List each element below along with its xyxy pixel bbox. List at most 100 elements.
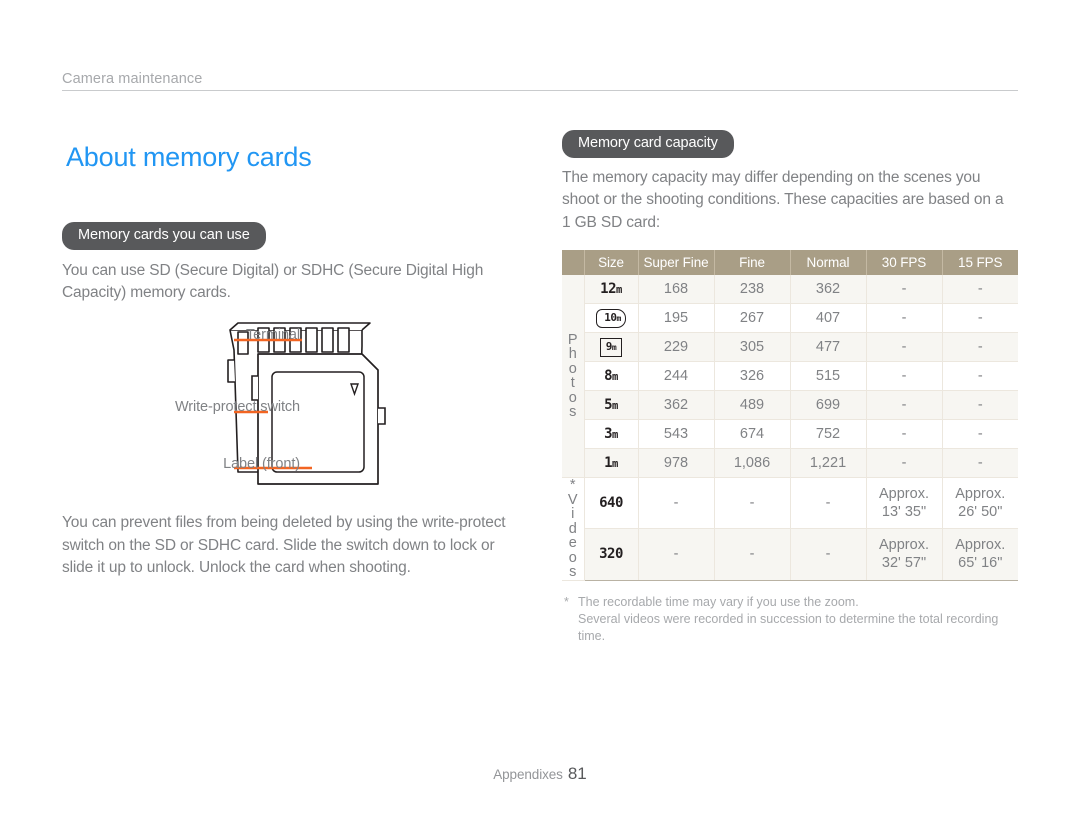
- footnote-line-1: * The recordable time may vary if you us…: [564, 594, 1014, 611]
- memory-cards-section: Memory cards you can use: [62, 222, 532, 250]
- table-cell: -: [866, 448, 943, 478]
- group-label-photos-char: s: [569, 404, 577, 420]
- table-row: 1m 978 1,086 1,221 - -: [562, 448, 1018, 478]
- table-header-30fps: 30 FPS: [866, 250, 943, 275]
- group-label-videos-char: i: [571, 506, 575, 522]
- table-cell: -: [638, 477, 715, 530]
- table-cell: 1,221: [790, 448, 867, 478]
- write-protect-explanation-text: You can prevent files from being deleted…: [62, 514, 506, 576]
- table-cell: 543: [638, 419, 715, 449]
- table-header-row: Size Super Fine Fine Normal 30 FPS 15 FP…: [562, 250, 1018, 275]
- left-column: About memory cards Memory cards you can …: [62, 128, 532, 595]
- table-cell: 699: [790, 390, 867, 420]
- table-cell: -: [638, 528, 715, 581]
- footnote-text-1: The recordable time may vary if you use …: [578, 594, 859, 609]
- approx-value: Approx. 32' 57": [879, 537, 929, 572]
- table-cell: -: [866, 419, 943, 449]
- size-cell: 1m: [584, 448, 639, 478]
- figure-label-write-protect-switch: Write-protect switch: [174, 399, 300, 415]
- size-cell: 10m: [584, 303, 639, 333]
- table-cell: 674: [714, 419, 791, 449]
- table-cell: Approx. 65' 16": [942, 528, 1018, 581]
- table-cell: 978: [638, 448, 715, 478]
- size-cell: 9m: [584, 332, 639, 362]
- table-cell: -: [714, 528, 791, 581]
- footnote-marker: *: [564, 594, 569, 609]
- resolution-icon-12m: 12m: [600, 281, 622, 297]
- size-cell: 3m: [584, 419, 639, 449]
- footnote-text-2: Several videos were recorded in successi…: [578, 611, 999, 643]
- table-cell: 168: [638, 275, 715, 304]
- approx-value: Approx. 65' 16": [955, 537, 1006, 572]
- resolution-icon-1m: 1m: [604, 455, 618, 471]
- group-label-videos-char: d: [568, 520, 577, 537]
- size-cell: 12m: [584, 275, 639, 304]
- table-cell: -: [942, 419, 1018, 449]
- table-cell: 238: [714, 275, 791, 304]
- resolution-icon-9m: 9m: [599, 337, 623, 357]
- section-pill-memory-cards-you-can-use: Memory cards you can use: [62, 222, 266, 250]
- table-cell: -: [866, 303, 943, 333]
- table-cell: -: [866, 275, 943, 304]
- group-label-videos: * V i d e o s: [562, 477, 585, 581]
- table-cell: -: [866, 361, 943, 391]
- table-cell: -: [790, 477, 867, 530]
- table-cell: -: [790, 528, 867, 581]
- group-label-photos: P h o t o s: [562, 275, 585, 478]
- table-cell: -: [714, 477, 791, 530]
- table-cell: -: [866, 390, 943, 420]
- group-label-photos-char: h: [568, 346, 577, 362]
- table-header-size: Size: [584, 250, 639, 275]
- resolution-icon-5m: 5m: [604, 397, 618, 413]
- table-header-corner: [562, 250, 585, 275]
- group-label-photos-char: t: [570, 375, 575, 391]
- table-cell: 267: [714, 303, 791, 333]
- table-cell: Approx. 13' 35": [866, 477, 943, 530]
- page-footer: Appendixes 81: [0, 764, 1080, 784]
- size-cell: 5m: [584, 390, 639, 420]
- table-row: 8m 244 326 515 - -: [562, 361, 1018, 391]
- size-cell: 640: [584, 477, 639, 530]
- footnote-line-2: Several videos were recorded in successi…: [564, 611, 1014, 645]
- table-cell: 1,086: [714, 448, 791, 478]
- table-footnote: * The recordable time may vary if you us…: [564, 594, 1014, 645]
- approx-value: Approx. 26' 50": [955, 486, 1006, 521]
- table-header-super-fine: Super Fine: [638, 250, 715, 275]
- table-cell: 195: [638, 303, 715, 333]
- group-label-videos-char: o: [568, 549, 577, 566]
- table-cell: 244: [638, 361, 715, 391]
- table-cell: 477: [790, 332, 867, 362]
- page-title: About memory cards: [66, 142, 312, 172]
- running-header-rule: [62, 90, 1018, 91]
- table-header-15fps: 15 FPS: [942, 250, 1018, 275]
- table-row: P h o t o s 12m 168 238 362 - -: [562, 275, 1018, 478]
- table-cell: -: [942, 448, 1018, 478]
- memory-card-capacity-table: Size Super Fine Fine Normal 30 FPS 15 FP…: [562, 250, 1018, 581]
- right-column: Memory card capacity The memory capacity…: [562, 128, 1020, 645]
- section-pill-memory-card-capacity: Memory card capacity: [562, 130, 734, 158]
- group-label-videos-char: V: [567, 491, 578, 508]
- capacity-intro-text: The memory capacity may differ depending…: [562, 168, 1004, 231]
- table-cell: Approx. 32' 57": [866, 528, 943, 581]
- sd-card-figure: Terminal Write-protect switch Label (fro…: [62, 320, 532, 498]
- group-label-videos-footnote-marker: *: [569, 477, 576, 493]
- table-row: 5m 362 489 699 - -: [562, 390, 1018, 420]
- running-header-text: Camera maintenance: [62, 71, 203, 87]
- table-header-normal: Normal: [790, 250, 867, 275]
- table-cell: 326: [714, 361, 791, 391]
- table-cell: 362: [790, 275, 867, 304]
- table-cell: Approx. 26' 50": [942, 477, 1018, 530]
- figure-label-terminal: Terminal: [246, 327, 300, 343]
- group-label-videos-char: s: [569, 564, 577, 580]
- table-cell: 489: [714, 390, 791, 420]
- group-label-videos-char: e: [568, 535, 577, 551]
- table-row: 10m 195 267 407 - -: [562, 303, 1018, 333]
- size-cell: 320: [584, 528, 639, 581]
- table-cell: 229: [638, 332, 715, 362]
- table-cell: -: [866, 332, 943, 362]
- table-cell: 305: [714, 332, 791, 362]
- resolution-icon-640: 640: [599, 495, 623, 512]
- table-cell: -: [942, 390, 1018, 420]
- size-cell: 8m: [584, 361, 639, 391]
- group-label-photos-char: o: [568, 389, 577, 406]
